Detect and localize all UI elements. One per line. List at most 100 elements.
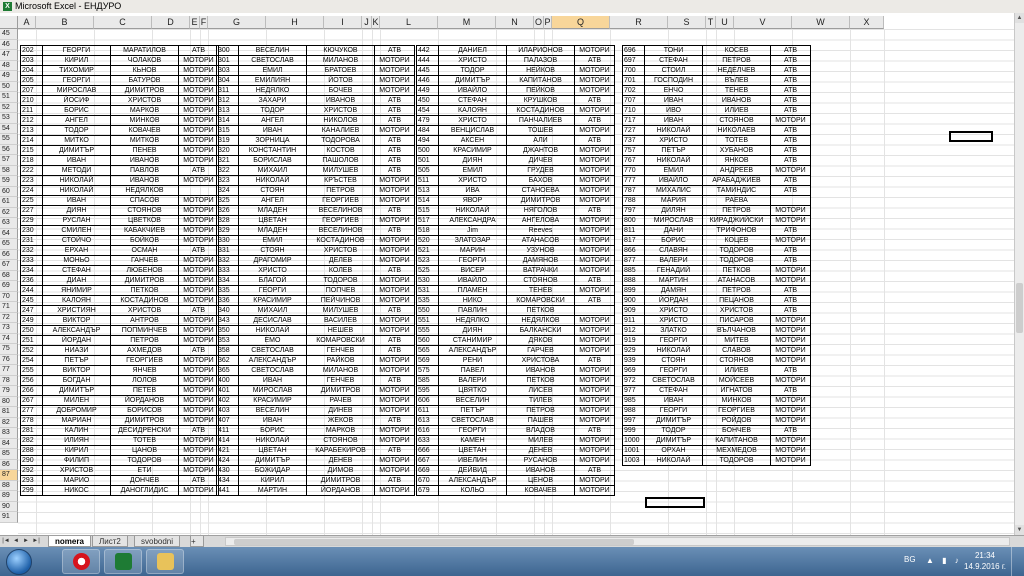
- start-button[interactable]: [6, 549, 32, 575]
- last-name-cell[interactable]: ЙОТОВ: [306, 75, 375, 86]
- last-name-cell[interactable]: ГЕНЧЕВ: [306, 345, 375, 356]
- class-cell[interactable]: АТВ: [770, 45, 811, 56]
- class-cell[interactable]: МОТОРИ: [574, 415, 615, 426]
- class-cell[interactable]: МОТОРИ: [374, 285, 415, 296]
- class-cell[interactable]: АТВ: [770, 135, 811, 146]
- class-cell[interactable]: АТВ: [770, 95, 811, 106]
- class-cell[interactable]: МОТОРИ: [374, 315, 415, 326]
- class-cell[interactable]: МОТОРИ: [374, 405, 415, 416]
- first-name-cell[interactable]: МИРОСЛАВ: [42, 85, 111, 96]
- spreadsheet-grid[interactable]: ABCDEFGHIJKLMNOPQRSTUVWX 45 46 47 48 49 50 51 5…: [0, 13, 1014, 535]
- row-header[interactable]: 89: [0, 491, 18, 502]
- first-name-cell[interactable]: ЗАХАРИ: [238, 95, 307, 106]
- number-cell[interactable]: 811: [622, 225, 645, 236]
- class-cell[interactable]: МОТОРИ: [770, 275, 811, 286]
- number-cell[interactable]: 633: [416, 435, 439, 446]
- number-cell[interactable]: 535: [416, 295, 439, 306]
- last-name-cell[interactable]: БАХОВ: [506, 175, 575, 186]
- first-name-cell[interactable]: ХРИСТО: [644, 315, 703, 326]
- last-name-cell[interactable]: БОЧЕВ: [306, 85, 375, 96]
- last-name-cell[interactable]: ДИМОВ: [306, 465, 375, 476]
- last-name-cell[interactable]: СТОЯНОВ: [306, 435, 375, 446]
- class-cell[interactable]: МОТОРИ: [574, 185, 615, 196]
- class-cell[interactable]: АТВ: [770, 425, 811, 436]
- row-header[interactable]: 54: [0, 123, 18, 134]
- first-name-cell[interactable]: Jim: [438, 225, 507, 236]
- last-name-cell[interactable]: ВЪЛЧАНОВ: [702, 325, 771, 336]
- last-name-cell[interactable]: ПЕТКОВ: [506, 305, 575, 316]
- number-cell[interactable]: 450: [416, 95, 439, 106]
- first-name-cell[interactable]: МИРОСЛАВ: [644, 215, 703, 226]
- first-name-cell[interactable]: АЛЕКСАНДЪР: [438, 345, 507, 356]
- class-cell[interactable]: [770, 195, 811, 206]
- last-name-cell[interactable]: БОНЧЕВ: [702, 425, 771, 436]
- column-header[interactable]: I: [324, 16, 362, 29]
- last-name-cell[interactable]: ДЕСИДРЕНСКИ: [110, 425, 179, 436]
- first-name-cell[interactable]: КОНСТАНТИН: [238, 145, 307, 156]
- first-name-cell[interactable]: МЛАДЕН: [238, 205, 307, 216]
- select-all-corner[interactable]: [0, 16, 18, 29]
- first-name-cell[interactable]: ЕМИЛ: [644, 165, 703, 176]
- number-cell[interactable]: 300: [216, 45, 239, 56]
- first-name-cell[interactable]: МИХАИЛ: [238, 305, 307, 316]
- number-cell[interactable]: 449: [416, 85, 439, 96]
- number-cell[interactable]: 551: [416, 315, 439, 326]
- first-name-cell[interactable]: ХРИСТО: [438, 115, 507, 126]
- last-name-cell[interactable]: ПЕТКОВ: [110, 285, 179, 296]
- class-cell[interactable]: АТВ: [770, 175, 811, 186]
- class-cell[interactable]: АТВ: [770, 75, 811, 86]
- class-cell[interactable]: МОТОРИ: [374, 65, 415, 76]
- last-name-cell[interactable]: ТИЛЕВ: [506, 395, 575, 406]
- number-cell[interactable]: 362: [216, 355, 239, 366]
- row-header[interactable]: 63: [0, 218, 18, 229]
- last-name-cell[interactable]: ДИМИТРОВ: [306, 385, 375, 396]
- number-cell[interactable]: 550: [416, 305, 439, 316]
- class-cell[interactable]: МОТОРИ: [574, 245, 615, 256]
- number-cell[interactable]: 777: [622, 175, 645, 186]
- class-cell[interactable]: АТВ: [574, 55, 615, 66]
- number-cell[interactable]: 817: [622, 235, 645, 246]
- class-cell[interactable]: МОТОРИ: [374, 235, 415, 246]
- number-cell[interactable]: 224: [20, 185, 43, 196]
- first-name-cell[interactable]: КАЛОЯН: [42, 295, 111, 306]
- last-name-cell[interactable]: ДИМИТРОВ: [110, 85, 179, 96]
- selected-cell-border[interactable]: [645, 497, 705, 508]
- number-cell[interactable]: 207: [20, 85, 43, 96]
- last-name-cell[interactable]: ЙОРДАНОВ: [306, 485, 375, 496]
- first-name-cell[interactable]: ДРАГОМИР: [238, 255, 307, 266]
- class-cell[interactable]: АТВ: [374, 375, 415, 386]
- class-cell[interactable]: МОТОРИ: [770, 165, 811, 176]
- number-cell[interactable]: 324: [216, 185, 239, 196]
- first-name-cell[interactable]: ВАЛЕРИ: [438, 375, 507, 386]
- column-header[interactable]: K: [372, 16, 380, 29]
- class-cell[interactable]: АТВ: [770, 295, 811, 306]
- class-cell[interactable]: МОТОРИ: [770, 235, 811, 246]
- last-name-cell[interactable]: НЕЙКОВ: [506, 65, 575, 76]
- last-name-cell[interactable]: ДИНЕВ: [306, 405, 375, 416]
- last-name-cell[interactable]: АТАНАСОВ: [506, 235, 575, 246]
- tab-svobodni[interactable]: svobodni: [134, 536, 181, 547]
- first-name-cell[interactable]: МАРИН: [438, 245, 507, 256]
- first-name-cell[interactable]: НИКОЛАЙ: [238, 175, 307, 186]
- row-header[interactable]: 49: [0, 71, 18, 82]
- first-name-cell[interactable]: ЦВЕТАН: [438, 445, 507, 456]
- number-cell[interactable]: 322: [216, 165, 239, 176]
- first-name-cell[interactable]: ЕМИЛ: [238, 235, 307, 246]
- first-name-cell[interactable]: КРАСИМИР: [438, 145, 507, 156]
- first-name-cell[interactable]: ЦВЯТКО: [438, 385, 507, 396]
- number-cell[interactable]: 365: [216, 365, 239, 376]
- number-cell[interactable]: 500: [416, 145, 439, 156]
- last-name-cell[interactable]: РОЙДОВ: [702, 415, 771, 426]
- last-name-cell[interactable]: ВЕСЕЛИНОВ: [306, 225, 375, 236]
- column-header[interactable]: C: [94, 16, 152, 29]
- class-cell[interactable]: АТВ: [374, 415, 415, 426]
- class-cell[interactable]: МОТОРИ: [178, 145, 219, 156]
- class-cell[interactable]: МОТОРИ: [178, 365, 219, 376]
- first-name-cell[interactable]: СТОЯН: [644, 355, 703, 366]
- first-name-cell[interactable]: ЕМИЛИЯН: [238, 75, 307, 86]
- number-cell[interactable]: 278: [20, 415, 43, 426]
- column-header[interactable]: G: [208, 16, 266, 29]
- row-header[interactable]: 50: [0, 81, 18, 92]
- row-header[interactable]: 61: [0, 197, 18, 208]
- class-cell[interactable]: АТВ: [574, 295, 615, 306]
